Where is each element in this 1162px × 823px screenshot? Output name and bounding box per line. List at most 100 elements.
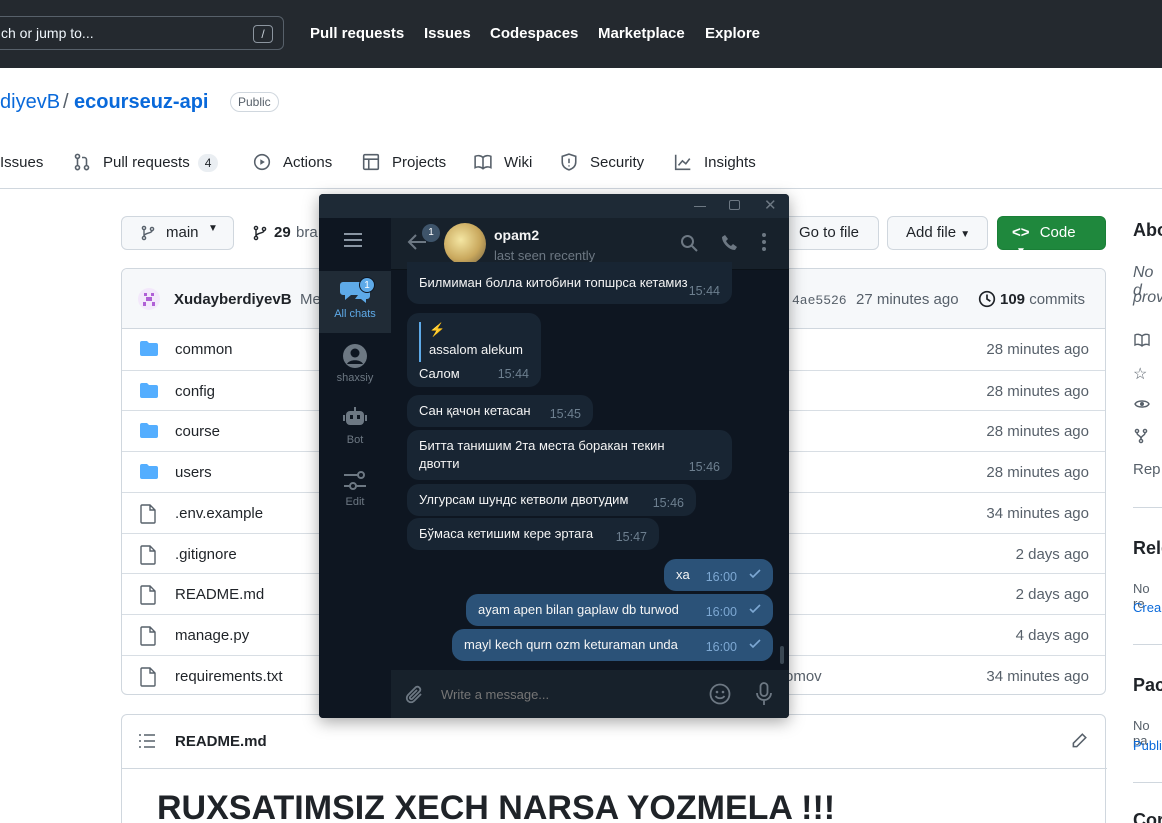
nav-marketplace[interactable]: Marketplace	[598, 25, 685, 42]
tab-wiki[interactable]: Wiki	[474, 154, 532, 171]
microphone-icon[interactable]	[755, 682, 773, 709]
check-icon	[749, 604, 761, 614]
packages-heading[interactable]: Pac	[1133, 675, 1162, 696]
maximize-icon[interactable]	[729, 200, 740, 210]
message-incoming[interactable]: Бўмаса кетишим кере эртага 15:47	[407, 518, 659, 550]
check-icon	[749, 569, 761, 579]
folder-shaxsiy[interactable]: shaxsiy	[319, 343, 391, 384]
branch-select-button[interactable]: main ▼	[121, 216, 234, 250]
readme-filename[interactable]: README.md	[175, 733, 267, 750]
message-incoming[interactable]: ⚡ assalom alekum Салом 15:44	[407, 313, 541, 387]
pencil-icon[interactable]	[1070, 732, 1088, 753]
create-release-link[interactable]: Crea	[1133, 600, 1161, 615]
nav-issues[interactable]: Issues	[424, 25, 471, 42]
file-name[interactable]: users	[175, 464, 212, 481]
file-name[interactable]: .gitignore	[175, 546, 237, 563]
message-text: Бўмаса кетишим кере эртага	[419, 526, 594, 541]
commits-link[interactable]: 109 commits	[1000, 291, 1085, 308]
tab-issues[interactable]: Issues	[0, 154, 43, 171]
go-to-file-button[interactable]: Go to file	[780, 216, 879, 250]
file-name[interactable]: config	[175, 383, 215, 400]
message-input[interactable]	[441, 680, 691, 708]
message-incoming[interactable]: Сан қачон кетасан 15:45	[407, 395, 593, 427]
list-icon[interactable]	[138, 733, 156, 752]
file-commit-message[interactable]: omov	[785, 668, 822, 685]
contact-avatar[interactable]	[444, 223, 486, 265]
folder-all-chats[interactable]: 1 All chats	[319, 271, 391, 333]
nav-codespaces[interactable]: Codespaces	[490, 25, 578, 42]
tab-security[interactable]: Security	[561, 153, 644, 171]
file-icon	[139, 626, 157, 649]
unread-badge: 1	[359, 277, 375, 293]
emoji-icon[interactable]	[709, 683, 731, 708]
minimize-icon[interactable]	[694, 206, 706, 207]
search-placeholder: ch or jump to...	[1, 25, 94, 41]
hamburger-menu-icon[interactable]	[343, 233, 363, 250]
message-incoming[interactable]: Билмиман болла китобини топшрса кетамиз …	[407, 262, 732, 304]
tab-actions[interactable]: Actions	[253, 153, 332, 171]
folder-bot[interactable]: Bot	[319, 405, 391, 446]
publish-package-link[interactable]: Publi	[1133, 738, 1162, 753]
branches-count: 29	[274, 224, 291, 241]
contributors-heading[interactable]: Cor	[1133, 810, 1162, 823]
close-icon[interactable]: ✕	[764, 196, 777, 214]
graph-icon	[674, 154, 691, 171]
repo-owner-link[interactable]: diyevB	[0, 91, 60, 114]
file-name[interactable]: requirements.txt	[175, 668, 283, 685]
branch-icon	[141, 225, 155, 241]
divider	[1133, 782, 1162, 783]
message-time: 15:47	[615, 530, 647, 544]
scrollbar-thumb[interactable]	[780, 646, 784, 664]
report-link[interactable]: Rep	[1133, 461, 1161, 478]
shield-icon	[561, 153, 577, 171]
branch-icon	[253, 225, 267, 241]
nav-pull-requests[interactable]: Pull requests	[310, 25, 404, 42]
file-name[interactable]: manage.py	[175, 627, 249, 644]
tab-insights[interactable]: Insights	[674, 154, 756, 171]
file-name[interactable]: README.md	[175, 586, 264, 603]
folder-edit[interactable]: Edit	[319, 469, 391, 508]
nav-explore[interactable]: Explore	[705, 25, 760, 42]
repo-tabs: Issues Pull requests 4 Actions Projects W…	[0, 140, 1162, 189]
message-outgoing[interactable]: xa 16:00	[664, 559, 773, 591]
avatar[interactable]	[138, 288, 160, 310]
message-composer	[391, 670, 789, 718]
contact-name[interactable]: opam2	[494, 227, 539, 243]
commit-author[interactable]: XudayberdiyevB	[174, 291, 292, 308]
window-titlebar[interactable]: ✕	[319, 194, 789, 218]
identicon-icon	[143, 293, 155, 306]
commit-message[interactable]: Me	[300, 291, 321, 308]
search-icon[interactable]	[680, 234, 698, 255]
folder-all-chats-label: All chats	[334, 308, 376, 320]
commit-hash[interactable]: 4ae5526	[792, 293, 847, 308]
message-time: 15:46	[688, 460, 720, 474]
tab-projects[interactable]: Projects	[362, 153, 446, 171]
releases-heading[interactable]: Rele	[1133, 538, 1162, 559]
message-outgoing[interactable]: ayam apen bilan gaplaw db turwod 16:00	[466, 594, 773, 626]
slash-shortcut-icon: /	[253, 25, 273, 43]
more-vertical-icon[interactable]	[761, 232, 767, 255]
scrollbar-track[interactable]	[780, 274, 784, 664]
message-incoming[interactable]: Улгурсам шундс кетволи двотудим 15:46	[407, 484, 696, 516]
message-time: 16:00	[705, 570, 737, 584]
chevron-down-icon: ▼	[960, 229, 971, 240]
file-name[interactable]: common	[175, 341, 233, 358]
play-icon	[253, 153, 271, 171]
file-name[interactable]: .env.example	[175, 505, 263, 522]
message-outgoing[interactable]: mayl kech qurn ozm keturaman unda 16:00	[452, 629, 773, 661]
tab-pull-requests[interactable]: Pull requests 4	[74, 153, 219, 172]
file-name[interactable]: course	[175, 423, 220, 440]
fork-icon	[1133, 428, 1149, 447]
code-label: Code	[1039, 224, 1076, 241]
search-input[interactable]: ch or jump to... /	[0, 16, 284, 50]
message-incoming[interactable]: Битта танишим 2та места боракан текин дв…	[407, 430, 732, 480]
divider	[1133, 644, 1162, 645]
code-button[interactable]: <> Code ▼	[997, 216, 1106, 257]
phone-icon[interactable]	[721, 234, 739, 255]
contact-status: last seen recently	[494, 248, 596, 263]
repo-name-link[interactable]: ecourseuz-api	[74, 91, 208, 114]
back-arrow-icon[interactable]: 1	[407, 224, 440, 254]
add-file-button[interactable]: Add file ▼	[887, 216, 988, 250]
paperclip-icon[interactable]	[405, 684, 425, 709]
pr-count-badge: 4	[197, 154, 219, 172]
